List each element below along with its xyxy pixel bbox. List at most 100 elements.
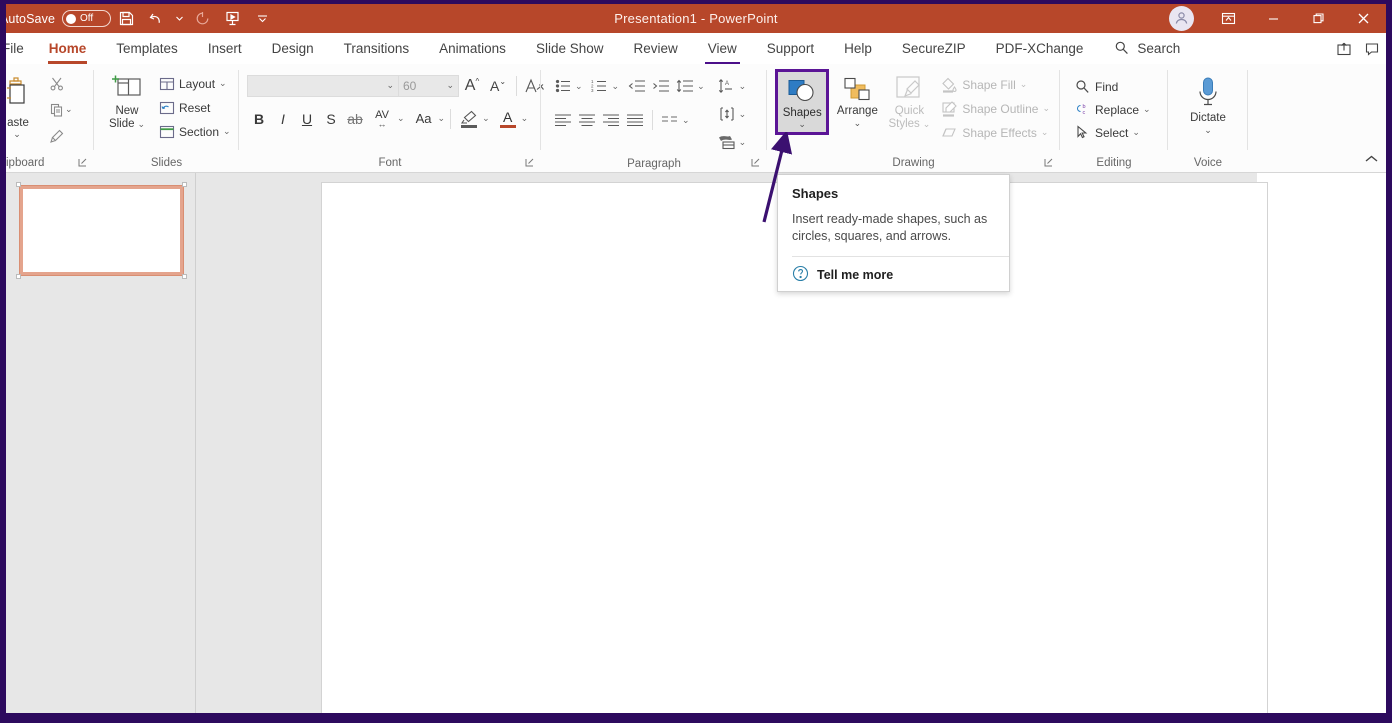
- shape-outline-dropdown-icon[interactable]: ⌄: [1042, 103, 1050, 114]
- paste-dropdown-icon[interactable]: ⌄: [13, 130, 21, 139]
- cut-button[interactable]: [46, 71, 75, 96]
- close-button[interactable]: [1341, 4, 1386, 33]
- thumb-handle-bl[interactable]: [16, 274, 21, 279]
- undo-dropdown-icon[interactable]: [171, 6, 187, 32]
- align-text-button[interactable]: ⌄: [715, 101, 747, 127]
- character-spacing-icon[interactable]: AV ↔: [367, 107, 397, 131]
- smartart-button[interactable]: ⌄: [715, 129, 747, 155]
- tab-support[interactable]: Support: [752, 33, 829, 64]
- tab-animations[interactable]: Animations: [424, 33, 521, 64]
- shape-outline-button[interactable]: Shape Outline ⌄: [937, 97, 1054, 120]
- start-from-beginning-icon[interactable]: [217, 6, 247, 32]
- comments-icon[interactable]: [1358, 36, 1386, 62]
- tell-me-more-link[interactable]: Tell me more: [792, 265, 995, 285]
- tab-templates[interactable]: Templates: [101, 33, 193, 64]
- text-direction-dropdown-icon[interactable]: ⌄: [739, 81, 747, 92]
- reset-button[interactable]: Reset: [154, 96, 235, 119]
- save-icon[interactable]: [111, 6, 141, 32]
- collapse-ribbon-button[interactable]: [1364, 152, 1380, 168]
- font-size-input[interactable]: 60 ⌄: [399, 74, 459, 97]
- text-highlight-color-icon[interactable]: [456, 107, 482, 131]
- account-avatar[interactable]: [1169, 6, 1194, 31]
- numbering-dropdown-icon[interactable]: ⌄: [612, 81, 620, 92]
- quick-styles-dropdown-icon[interactable]: ⌄: [923, 118, 931, 131]
- copy-dropdown-icon[interactable]: ⌄: [65, 104, 73, 115]
- section-button[interactable]: Section ⌄: [154, 120, 235, 143]
- new-slide-dropdown-icon[interactable]: ⌄: [138, 118, 146, 131]
- arrange-button[interactable]: Arrange ⌄: [831, 69, 883, 129]
- align-text-dropdown-icon[interactable]: ⌄: [739, 109, 747, 120]
- thumb-handle-br[interactable]: [182, 274, 187, 279]
- shape-effects-dropdown-icon[interactable]: ⌄: [1041, 127, 1049, 138]
- character-spacing-dropdown-icon[interactable]: ⌄: [397, 113, 405, 124]
- shapes-button[interactable]: Shapes ⌄: [775, 69, 830, 135]
- section-dropdown-icon[interactable]: ⌄: [223, 126, 231, 137]
- new-slide-button[interactable]: New Slide ⌄: [100, 69, 154, 133]
- autosave-switch[interactable]: Off: [62, 10, 112, 27]
- shape-fill-button[interactable]: Shape Fill ⌄: [937, 73, 1054, 96]
- bullets-icon[interactable]: [551, 74, 575, 98]
- decrease-font-size-icon[interactable]: A ⌄: [485, 74, 511, 98]
- layout-button[interactable]: Layout ⌄: [154, 72, 235, 95]
- font-family-dropdown-icon[interactable]: ⌄: [386, 80, 394, 91]
- arrange-dropdown-icon[interactable]: ⌄: [854, 119, 862, 128]
- text-highlight-dropdown-icon[interactable]: ⌄: [482, 113, 490, 124]
- share-icon[interactable]: [1330, 36, 1358, 62]
- dictate-dropdown-icon[interactable]: ⌄: [1204, 126, 1212, 135]
- tab-pdf-xchange[interactable]: PDF-XChange: [981, 33, 1099, 64]
- tab-design[interactable]: Design: [257, 33, 329, 64]
- font-family-input[interactable]: ⌄: [247, 74, 399, 97]
- tab-file[interactable]: File: [6, 33, 34, 64]
- justify-icon[interactable]: [623, 108, 647, 132]
- align-right-icon[interactable]: [599, 108, 623, 132]
- tab-slide-show[interactable]: Slide Show: [521, 33, 619, 64]
- shape-effects-button[interactable]: Shape Effects ⌄: [937, 121, 1054, 144]
- slide-thumbnail[interactable]: [19, 185, 184, 276]
- dictate-button[interactable]: Dictate ⌄: [1186, 72, 1230, 136]
- italic-icon[interactable]: I: [271, 107, 295, 131]
- align-center-icon[interactable]: [575, 108, 599, 132]
- align-left-icon[interactable]: [551, 108, 575, 132]
- strikethrough-icon[interactable]: ab: [343, 107, 367, 131]
- columns-icon[interactable]: [658, 108, 682, 132]
- tab-review[interactable]: Review: [618, 33, 692, 64]
- text-shadow-icon[interactable]: S: [319, 107, 343, 131]
- tab-help[interactable]: Help: [829, 33, 887, 64]
- underline-icon[interactable]: U: [295, 107, 319, 131]
- thumbnail-item-1[interactable]: [16, 182, 187, 279]
- customize-qat-icon[interactable]: [247, 6, 277, 32]
- copy-button[interactable]: ⌄: [46, 97, 75, 122]
- columns-dropdown-icon[interactable]: ⌄: [682, 115, 690, 126]
- paragraph-dialog-launcher[interactable]: [751, 158, 762, 169]
- replace-dropdown-icon[interactable]: ⌄: [1143, 104, 1151, 115]
- change-case-icon[interactable]: Aa: [410, 107, 438, 131]
- ribbon-display-options-button[interactable]: [1206, 4, 1251, 33]
- tab-transitions[interactable]: Transitions: [329, 33, 425, 64]
- quick-styles-button[interactable]: Quick Styles ⌄: [883, 69, 935, 133]
- tab-insert[interactable]: Insert: [193, 33, 257, 64]
- format-painter-button[interactable]: [46, 123, 75, 148]
- increase-indent-icon[interactable]: [649, 74, 673, 98]
- replace-button[interactable]: b c Replace ⌄: [1070, 98, 1155, 121]
- thumb-handle-tr[interactable]: [182, 182, 187, 187]
- select-button[interactable]: Select ⌄: [1070, 121, 1155, 144]
- shapes-dropdown-icon[interactable]: ⌄: [798, 119, 806, 128]
- clipboard-dialog-launcher[interactable]: [78, 158, 89, 169]
- tab-securezip[interactable]: SecureZIP: [887, 33, 981, 64]
- decrease-indent-icon[interactable]: [625, 74, 649, 98]
- bold-icon[interactable]: B: [247, 107, 271, 131]
- font-size-dropdown-icon[interactable]: ⌄: [446, 80, 454, 91]
- undo-icon[interactable]: [141, 6, 171, 32]
- increase-font-size-icon[interactable]: A ^: [459, 74, 485, 98]
- line-spacing-dropdown-icon[interactable]: ⌄: [697, 81, 705, 92]
- tab-view[interactable]: View: [693, 33, 752, 65]
- autosave-toggle[interactable]: AutoSave Off: [6, 10, 112, 27]
- redo-icon[interactable]: [187, 6, 217, 32]
- text-direction-button[interactable]: A ⌄: [715, 73, 747, 99]
- minimize-button[interactable]: [1251, 4, 1296, 33]
- bullets-dropdown-icon[interactable]: ⌄: [575, 81, 583, 92]
- drawing-dialog-launcher[interactable]: [1044, 158, 1055, 169]
- smartart-dropdown-icon[interactable]: ⌄: [739, 137, 747, 148]
- font-color-icon[interactable]: A: [495, 107, 521, 131]
- select-dropdown-icon[interactable]: ⌄: [1132, 127, 1140, 138]
